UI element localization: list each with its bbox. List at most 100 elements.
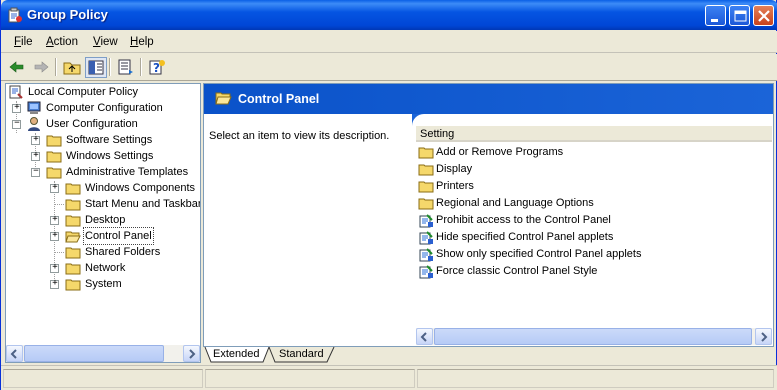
computer-icon xyxy=(27,101,41,114)
expand-software-settings-button[interactable]: + xyxy=(31,135,40,145)
list-horizontal-scrollbar[interactable] xyxy=(416,328,772,345)
menu-view[interactable]: View xyxy=(93,36,118,48)
menu-help[interactable]: Help xyxy=(130,36,154,48)
back-button[interactable] xyxy=(6,57,28,78)
tab-standard[interactable]: Standard xyxy=(279,347,324,363)
folder-icon xyxy=(65,247,81,259)
status-cell xyxy=(417,369,774,388)
setting-label: Hide specified Control Panel applets xyxy=(436,231,614,243)
toolbar-separator xyxy=(55,58,57,76)
tab-extended[interactable]: Extended xyxy=(213,347,259,363)
status-bar xyxy=(1,365,777,390)
folder-icon xyxy=(65,263,81,275)
setting-label: Show only specified Control Panel applet… xyxy=(436,248,642,260)
forward-button[interactable] xyxy=(30,57,52,78)
toolbar-separator xyxy=(140,58,142,76)
setting-label: Force classic Control Panel Style xyxy=(436,265,598,277)
chevron-right-icon xyxy=(761,332,768,342)
toolbar-separator xyxy=(109,58,111,76)
column-header-setting[interactable]: Setting xyxy=(416,126,772,142)
group-policy-window: Group Policy File Action View Help ? Loc… xyxy=(0,0,777,390)
scroll-thumb[interactable] xyxy=(434,328,752,345)
open-folder-icon xyxy=(215,92,232,105)
expand-control-panel-button[interactable]: + xyxy=(50,231,59,241)
tree-item-windows-components[interactable]: Windows Components xyxy=(65,180,196,196)
tree-item-control-panel[interactable]: Control Panel xyxy=(65,227,154,245)
scroll-right-button[interactable] xyxy=(755,328,772,345)
menu-file[interactable]: File xyxy=(14,36,33,48)
chevron-right-icon xyxy=(189,349,196,359)
minimize-button[interactable] xyxy=(705,5,726,26)
expand-desktop-button[interactable]: + xyxy=(50,215,59,225)
folder-icon xyxy=(65,215,81,227)
chevron-left-icon xyxy=(420,332,427,342)
folder-icon xyxy=(418,147,434,159)
scroll-left-button[interactable] xyxy=(6,345,23,362)
chevron-left-icon xyxy=(10,349,17,359)
tree-guide-line xyxy=(55,252,64,253)
scroll-left-button[interactable] xyxy=(416,328,433,345)
collapse-admin-templates-button[interactable]: − xyxy=(31,167,40,177)
tree-item-user-configuration[interactable]: User Configuration xyxy=(26,116,139,132)
tree-item-local-computer-policy[interactable]: Local Computer Policy xyxy=(8,84,139,100)
tree-item-network[interactable]: Network xyxy=(65,260,126,276)
status-cell xyxy=(205,369,415,388)
expand-system-button[interactable]: + xyxy=(50,279,59,289)
export-list-button[interactable] xyxy=(115,57,137,78)
description-text: Select an item to view its description. xyxy=(209,130,390,142)
expand-windows-components-button[interactable]: + xyxy=(50,183,59,193)
tree-item-shared-folders[interactable]: Shared Folders xyxy=(65,244,161,260)
scroll-thumb[interactable] xyxy=(24,345,164,362)
title-bar[interactable]: Group Policy xyxy=(1,0,777,30)
setting-label: Add or Remove Programs xyxy=(436,146,564,158)
tree-item-computer-configuration[interactable]: Computer Configuration xyxy=(26,100,164,116)
description-panel: Select an item to view its description. xyxy=(204,114,412,346)
tree-item-start-menu-taskbar[interactable]: Start Menu and Taskbar xyxy=(65,196,200,212)
up-folder-icon xyxy=(63,62,81,75)
expand-windows-settings-button[interactable]: + xyxy=(31,151,40,161)
tree-item-desktop[interactable]: Desktop xyxy=(65,212,126,228)
help-button[interactable]: ? xyxy=(146,57,168,78)
expand-computer-config-button[interactable]: + xyxy=(12,103,21,113)
open-folder-icon xyxy=(65,231,81,243)
details-pane: Control Panel Select an item to view its… xyxy=(203,83,774,347)
close-icon xyxy=(758,10,770,22)
tree-item-software-settings[interactable]: Software Settings xyxy=(46,132,153,148)
tree-horizontal-scrollbar[interactable] xyxy=(6,345,200,362)
show-hide-tree-button[interactable] xyxy=(85,57,107,78)
folder-icon xyxy=(65,183,81,195)
setting-label: Regional and Language Options xyxy=(436,197,594,209)
export-list-icon xyxy=(118,59,133,75)
back-arrow-icon xyxy=(9,61,24,73)
tree-item-system[interactable]: System xyxy=(65,276,123,292)
close-button[interactable] xyxy=(753,5,774,26)
folder-icon xyxy=(65,199,81,211)
policy-setting-icon xyxy=(419,248,433,262)
collapse-user-config-button[interactable]: − xyxy=(12,119,21,129)
console-tree: Local Computer Policy + Computer Configu… xyxy=(5,83,201,363)
scroll-right-button[interactable] xyxy=(183,345,200,362)
folder-icon xyxy=(46,135,62,147)
policy-setting-icon xyxy=(419,214,433,228)
minimize-icon xyxy=(711,19,718,22)
view-tabs: Extended Standard xyxy=(203,347,774,363)
show-hide-tree-icon xyxy=(88,60,104,75)
details-header: Control Panel xyxy=(204,84,773,114)
up-one-level-button[interactable] xyxy=(61,57,83,78)
folder-icon xyxy=(46,167,62,179)
menu-action[interactable]: Action xyxy=(46,36,78,48)
toolbar: ? xyxy=(1,54,777,81)
folder-icon xyxy=(418,198,434,210)
folder-icon xyxy=(65,279,81,291)
tree-item-windows-settings[interactable]: Windows Settings xyxy=(46,148,154,164)
folder-icon xyxy=(418,164,434,176)
maximize-button[interactable] xyxy=(729,5,750,26)
group-policy-icon xyxy=(8,7,22,23)
forward-arrow-icon xyxy=(34,61,49,73)
policy-document-icon xyxy=(9,85,23,99)
policy-setting-icon xyxy=(419,231,433,245)
svg-text:?: ? xyxy=(153,61,160,75)
window-title: Group Policy xyxy=(27,7,108,22)
tree-item-administrative-templates[interactable]: Administrative Templates xyxy=(46,164,189,180)
expand-network-button[interactable]: + xyxy=(50,263,59,273)
